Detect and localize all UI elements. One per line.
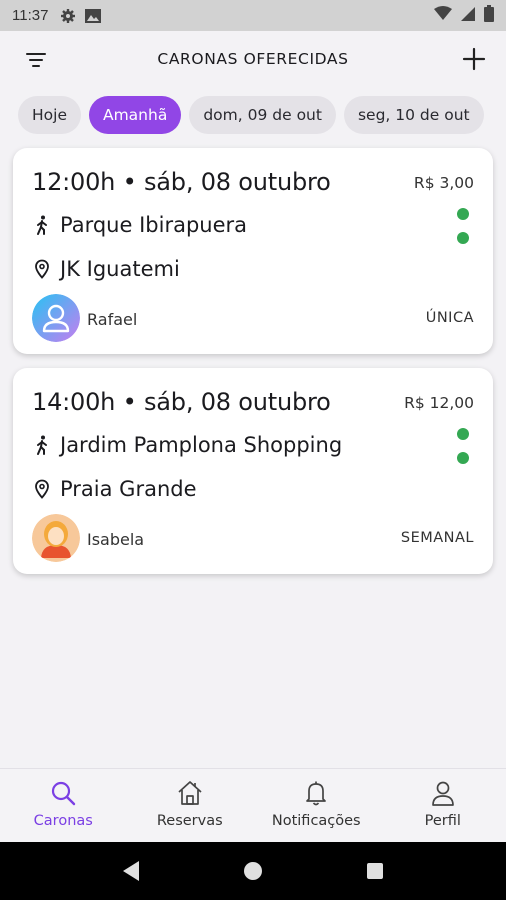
origin-label: Parque Ibirapuera [60,213,248,237]
chip-today[interactable]: Hoje [18,96,81,134]
ride-frequency: SEMANAL [400,530,474,546]
wifi-icon [434,6,452,25]
ride-card[interactable]: 14:00h • sáb, 08 outubro R$ 12,00 Jardim… [13,368,493,574]
destination-label: Praia Grande [60,477,197,501]
ride-destination: Praia Grande [32,477,197,501]
battery-icon [484,5,494,26]
bottom-nav: Caronas Reservas Notificações Perfil [0,768,506,842]
plus-icon[interactable] [460,45,488,73]
chip-tomorrow[interactable]: Amanhã [88,96,182,134]
app-bar: CARONAS OFERECIDAS [0,31,506,87]
location-pin-icon [32,479,52,499]
ride-origin: Parque Ibirapuera [32,213,247,237]
bell-icon [302,779,330,807]
search-icon [49,779,77,807]
nav-item-notificacoes[interactable]: Notificações [253,769,380,842]
ride-frequency: ÚNICA [425,310,474,326]
status-dot [457,208,469,220]
location-pin-icon [32,259,52,279]
nav-label: Reservas [156,813,223,829]
ride-origin: Jardim Pamplona Shopping [32,433,342,457]
ride-card[interactable]: 12:00h • sáb, 08 outubro R$ 3,00 Parque … [13,148,493,354]
recents-icon[interactable] [365,861,385,881]
page-title: CARONAS OFERECIDAS [157,50,349,68]
status-dot [457,452,469,464]
destination-label: JK Iguatemi [60,257,180,281]
nav-item-caronas[interactable]: Caronas [0,769,127,842]
status-bar: 11:37 [0,0,506,31]
nav-item-perfil[interactable]: Perfil [380,769,506,842]
walking-icon [32,435,52,455]
walking-icon [32,215,52,235]
ride-price: R$ 12,00 [404,394,474,412]
image-icon [84,8,102,24]
ride-time: 14:00h • sáb, 08 outubro [32,388,331,416]
avatar [32,514,80,562]
ride-destination: JK Iguatemi [32,257,180,281]
status-time: 11:37 [12,7,49,24]
ride-time: 12:00h • sáb, 08 outubro [32,168,331,196]
signal-icon [460,6,476,26]
status-dot [457,428,469,440]
route-status-dots [457,428,469,476]
avatar [32,294,80,342]
route-status-dots [457,208,469,256]
date-chips: Hoje Amanhã dom, 09 de out seg, 10 de out [18,96,506,136]
nav-label: Notificações [271,813,361,829]
nav-item-reservas[interactable]: Reservas [127,769,254,842]
house-icon [176,779,204,807]
back-icon[interactable] [121,860,141,882]
chip-sun-09[interactable]: dom, 09 de out [189,96,336,134]
home-icon[interactable] [243,861,263,881]
status-dot [457,232,469,244]
nav-label: Caronas [33,813,93,829]
nav-label: Perfil [424,813,461,829]
origin-label: Jardim Pamplona Shopping [60,433,343,457]
gear-icon [60,8,76,24]
driver-name: Isabela [87,530,145,549]
driver-name: Rafael [87,310,138,329]
person-icon [429,779,457,807]
system-nav-bar [0,842,506,900]
chip-mon-10[interactable]: seg, 10 de out [343,96,484,134]
ride-price: R$ 3,00 [413,174,474,192]
filter-icon[interactable] [24,48,48,72]
